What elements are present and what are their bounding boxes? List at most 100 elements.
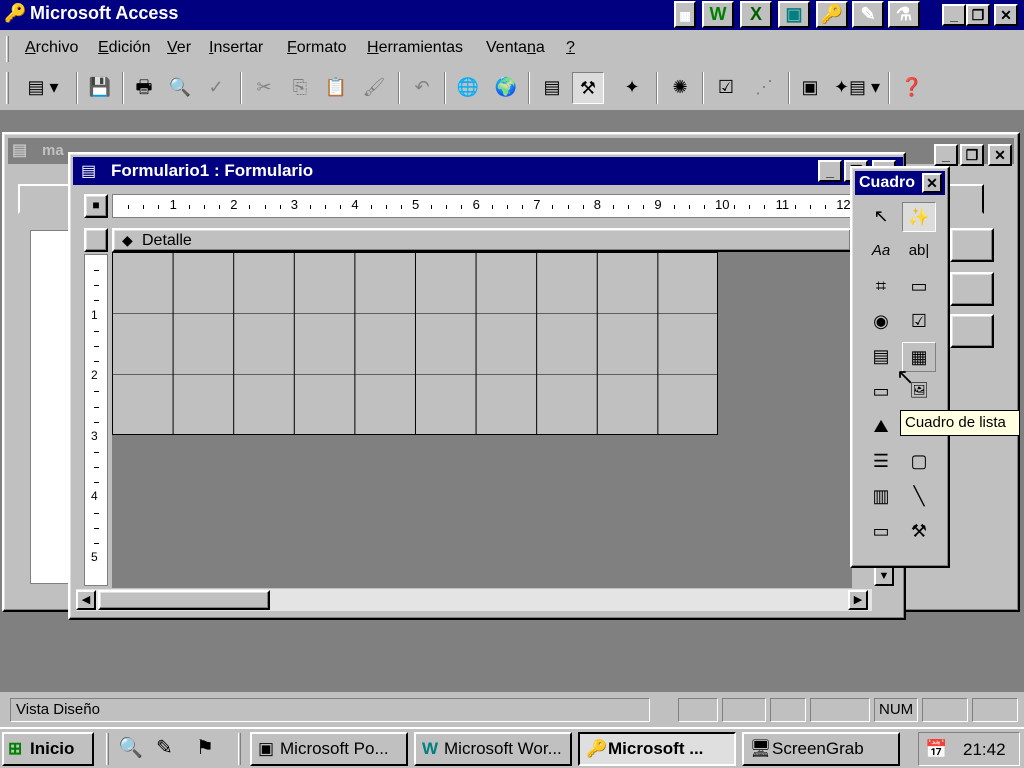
close-button[interactable]: ✕ (994, 4, 1018, 26)
menu-ver[interactable]: Ver (167, 39, 191, 57)
form-window-titlebar[interactable]: ▤ Formulario1 : Formulario (73, 157, 903, 185)
access-shortcut-icon[interactable]: 🔑 (816, 1, 848, 28)
word-shortcut-icon[interactable]: W (702, 1, 734, 28)
print-icon[interactable]: 🖶 (128, 72, 160, 104)
scroll-right-button[interactable]: ▶ (848, 590, 868, 610)
print-preview-icon[interactable]: 🔍 (164, 72, 196, 104)
status-panel (810, 698, 870, 722)
code-icon[interactable]: ✺ (664, 72, 696, 104)
minimize-button[interactable]: _ (942, 4, 966, 26)
menu-insertar[interactable]: Insertar (209, 39, 263, 57)
control-wizards-icon[interactable]: ✨ (902, 202, 936, 232)
menubar-grip[interactable] (6, 36, 9, 62)
powerpoint-shortcut-icon[interactable]: ▣ (778, 1, 810, 28)
save-icon[interactable]: 💾 (84, 72, 116, 104)
ruler-tick (522, 205, 524, 209)
menu-formato[interactable]: Formato (287, 39, 347, 57)
line-icon[interactable]: ╲ (902, 482, 936, 512)
section-header-detalle[interactable]: ◆ Detalle (112, 228, 852, 252)
toolbox-close-button[interactable]: ✕ (922, 173, 942, 193)
task-powerpoint[interactable]: ▣ Microsoft Po... (250, 732, 408, 766)
autoformat-icon[interactable]: ✦ (616, 72, 648, 104)
db-button-design[interactable] (950, 272, 994, 306)
outlook-quicklaunch-icon[interactable]: ✎ (156, 735, 173, 760)
office-shortcut-bar-icon[interactable]: ▦ (674, 1, 696, 28)
format-painter-icon[interactable]: 🖌 (358, 72, 390, 104)
textbox-icon[interactable]: ab| (902, 237, 936, 267)
checkbox-icon[interactable]: ☑ (902, 307, 936, 337)
task-access[interactable]: 🔑Microsoft ... (578, 732, 736, 766)
db-restore-button[interactable]: ❐ (960, 144, 984, 166)
cut-icon[interactable]: ✂ (248, 72, 280, 104)
spelling-icon[interactable]: ✓ (200, 72, 232, 104)
form-view-icon[interactable]: ▤ ▾ (18, 72, 68, 104)
option-group-icon[interactable]: ⌗ (864, 272, 898, 302)
ruler-tick (143, 205, 145, 209)
db-minimize-button[interactable]: _ (934, 144, 958, 166)
menu-help[interactable]: ? (566, 39, 575, 57)
scroll-down-button[interactable]: ▼ (874, 566, 894, 586)
explorer-quicklaunch-icon[interactable]: 🔍 (118, 735, 143, 760)
menu-edicion[interactable]: Edición (98, 39, 150, 57)
field-list-icon[interactable]: ▤ (536, 72, 568, 104)
office-tool-shortcut-icon[interactable]: ⚗ (888, 1, 920, 28)
horizontal-ruler[interactable]: 1 2 3 4 5 6 7 8 9 10 11 12 (112, 194, 852, 218)
excel-shortcut-icon[interactable]: X (740, 1, 772, 28)
menu-ventana[interactable]: Ventana (486, 39, 545, 57)
command-button-icon[interactable]: ▭ (864, 377, 898, 407)
properties-icon[interactable]: ☑ (710, 72, 742, 104)
task-label: Microsoft Po... (280, 739, 389, 758)
menu-herramientas[interactable]: Herramientas (367, 39, 463, 57)
db-tab-right[interactable] (944, 184, 984, 214)
clock[interactable]: 21:42 (963, 740, 1006, 760)
horizontal-scrollbar[interactable]: ◀ ▶ (76, 589, 872, 611)
ruler-tick (506, 205, 508, 209)
toolbox-icon[interactable]: ⚒ (572, 72, 604, 104)
build-icon[interactable]: ⋰ (748, 72, 780, 104)
task-word[interactable]: W Microsoft Wor... (414, 732, 572, 766)
undo-icon[interactable]: ↶ (406, 72, 438, 104)
schedule-shortcut-icon[interactable]: ✎ (852, 1, 884, 28)
detail-section-grid[interactable] (112, 252, 718, 435)
option-button-icon[interactable]: ◉ (864, 307, 898, 337)
scheduler-tray-icon[interactable]: 📅 (925, 739, 947, 760)
page-break-icon[interactable]: ☰ (864, 447, 898, 477)
scroll-left-button[interactable]: ◀ (76, 590, 96, 610)
start-button[interactable]: ⊞ Inicio (2, 732, 94, 766)
form-selector[interactable]: ■ (84, 194, 108, 218)
unbound-object-frame-icon[interactable]: ⛰ (864, 412, 898, 442)
db-button-open[interactable] (950, 228, 994, 262)
tab-control-icon[interactable]: ▢ (902, 447, 936, 477)
task-screengrab[interactable]: 🖥ScreenGrab (742, 732, 900, 766)
section-selector[interactable] (84, 228, 108, 252)
copy-icon[interactable]: ⎘ (284, 72, 316, 104)
quicklaunch-grip (106, 733, 109, 765)
select-objects-icon[interactable]: ↖ (864, 202, 898, 232)
combo-box-icon[interactable]: ▤ (864, 342, 898, 372)
web-toolbar-icon[interactable]: 🌍 (490, 72, 522, 104)
tooltip: Cuadro de lista (900, 410, 1020, 436)
toggle-button-icon[interactable]: ▭ (902, 272, 936, 302)
vruler-tick (94, 421, 99, 423)
help-icon[interactable]: ❓ (896, 72, 928, 104)
more-controls-icon[interactable]: ⚒ (902, 517, 936, 547)
label-icon[interactable]: Aa (864, 237, 898, 267)
db-close-button[interactable]: ✕ (988, 144, 1012, 166)
database-window-icon[interactable]: ▣ (794, 72, 826, 104)
form-minimize-button[interactable]: _ (818, 160, 842, 182)
vertical-ruler[interactable]: 1 2 3 4 5 (84, 254, 108, 586)
desktop-quicklaunch-icon[interactable]: ⚑ (196, 735, 214, 760)
db-button-new[interactable] (950, 314, 994, 348)
paste-icon[interactable]: 📋 (320, 72, 352, 104)
screengrab-icon: 🖥 (750, 739, 772, 758)
menu-archivo[interactable]: Archivo (25, 39, 78, 57)
status-message: Vista Diseño (10, 698, 650, 722)
toolbar-grip[interactable] (6, 72, 9, 104)
app-titlebar[interactable]: 🔑 Microsoft Access ▦ W X ▣ 🔑 ✎ ⚗ _ ❐ ✕ (0, 0, 1024, 30)
rectangle-icon[interactable]: ▭ (864, 517, 898, 547)
horizontal-scroll-thumb[interactable] (98, 590, 270, 610)
insert-hyperlink-icon[interactable]: 🌐 (452, 72, 484, 104)
restore-button[interactable]: ❐ (966, 4, 990, 26)
new-object-icon[interactable]: ✦▤ ▾ (832, 72, 882, 104)
subform-icon[interactable]: ▥ (864, 482, 898, 512)
